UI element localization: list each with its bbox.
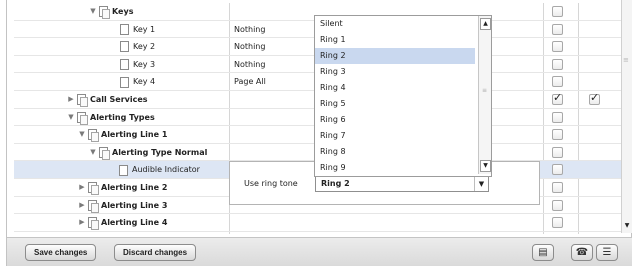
row-checkbox[interactable]: [552, 129, 563, 141]
row-checkbox[interactable]: [552, 111, 563, 123]
folder-icon: [88, 199, 99, 213]
tree-row-label: Call Services: [90, 95, 148, 104]
tree-row-name: Key 2: [110, 38, 155, 56]
tree-row-label: Alerting Types: [90, 112, 155, 122]
tree-row-name: ▼ Keys: [89, 3, 133, 21]
collapse-toggle-icon[interactable]: ▶: [67, 91, 75, 109]
tree-row-name: ▶ Alerting Line 2: [78, 179, 167, 197]
dropdown-option[interactable]: Silent: [315, 16, 475, 32]
tree-row-label: Alerting Line 3: [101, 200, 168, 210]
phone-icon[interactable]: ☎: [571, 244, 593, 261]
expand-toggle-icon[interactable]: ▼: [67, 109, 75, 127]
row-checkbox[interactable]: [552, 58, 563, 70]
dropdown-option[interactable]: Ring 1: [315, 32, 475, 48]
row-checkbox[interactable]: [552, 217, 563, 229]
dropdown-option[interactable]: Ring 8: [315, 144, 475, 160]
collapse-toggle-icon[interactable]: ▶: [78, 179, 86, 197]
tree-row-label: Key 1: [133, 24, 156, 34]
tree-row-name: Key 4: [110, 73, 155, 91]
collapse-toggle-icon[interactable]: ▶: [78, 197, 86, 215]
tree-row-label: Alerting Line 4: [101, 218, 168, 228]
row-checkbox[interactable]: [552, 6, 563, 17]
tree-row-name: ▼ Alerting Line 1: [78, 126, 167, 144]
ring-tone-label: Use ring tone: [244, 179, 298, 188]
settings-panel: ▼ Keys Key 1 Nothing Key 2 Nothing Key 3 Nothin…: [6, 0, 632, 266]
dropdown-option[interactable]: Ring 6: [315, 112, 475, 128]
list-icon[interactable]: ☰: [596, 244, 618, 261]
scroll-grip-icon[interactable]: ≡: [482, 87, 487, 94]
tree-row-name: ▶ Alerting Line 3: [78, 197, 167, 215]
folder-icon: [88, 182, 99, 196]
folder-icon: [99, 147, 110, 161]
dropdown-option[interactable]: Ring 9: [315, 160, 475, 176]
tree-row-name: ▶ Alerting Line 4: [78, 214, 167, 232]
row-checkbox[interactable]: [552, 76, 563, 88]
dropdown-option[interactable]: Ring 2: [315, 48, 475, 64]
row-checkbox[interactable]: [552, 91, 563, 105]
folder-icon: [77, 94, 88, 108]
dropdown-option[interactable]: Ring 4: [315, 80, 475, 96]
row-checkbox[interactable]: [552, 23, 563, 35]
folder-icon: [88, 217, 99, 231]
chevron-down-icon[interactable]: ▼: [474, 177, 488, 191]
ring-tone-select[interactable]: Ring 2 ▼: [315, 176, 489, 192]
tree-row[interactable]: ▶ Alerting Line 4: [14, 214, 629, 232]
footer-toolbar: Save changes Discard changes ▤ ☎ ☰: [7, 237, 632, 266]
scroll-down-icon[interactable]: ▼: [480, 160, 491, 172]
tree-row-label: Alerting Type Normal: [112, 147, 208, 157]
row-checkbox-secondary[interactable]: [589, 91, 600, 105]
tree-row-name: ▼ Alerting Type Normal: [89, 144, 207, 162]
save-changes-button[interactable]: Save changes: [25, 244, 97, 261]
tree-row-label: Audible Indicator: [132, 165, 200, 175]
ring-tone-dropdown-list[interactable]: Silent Ring 1 Ring 2 Ring 3 Ring 4 Ring 5 Ring…: [314, 15, 492, 177]
row-checkbox[interactable]: [552, 146, 563, 158]
document-icon: [120, 41, 129, 53]
expand-toggle-icon[interactable]: ▼: [78, 126, 86, 144]
tree-row-label: Key 3: [133, 59, 156, 69]
tree-row-value: Nothing: [234, 24, 266, 34]
tree-row-value: Page All: [234, 77, 266, 87]
tree-row-label: Key 4: [133, 77, 156, 87]
scroll-up-icon[interactable]: ▲: [480, 18, 491, 30]
document-icon: [120, 76, 129, 88]
folder-icon: [77, 111, 88, 125]
expand-toggle-icon[interactable]: ▼: [89, 3, 97, 21]
document-icon: [120, 23, 129, 35]
row-checkbox[interactable]: [552, 199, 563, 211]
scroll-down-icon[interactable]: ▼: [622, 221, 632, 231]
tree-row-name: ▼ Alerting Types: [67, 109, 155, 127]
tree-row-name: Audible Indicator: [109, 161, 200, 179]
dropdown-option[interactable]: Ring 3: [315, 64, 475, 80]
folder-icon: [88, 129, 99, 143]
tree-scrollbar[interactable]: ≡ ▼: [621, 0, 632, 233]
dropdown-option[interactable]: Ring 7: [315, 128, 475, 144]
row-checkbox[interactable]: [552, 164, 563, 176]
folder-icon: [99, 6, 110, 20]
dropdown-scrollbar[interactable]: ▲ ≡ ▼: [478, 16, 491, 174]
printer-icon[interactable]: ▤: [532, 244, 554, 261]
tree-row-name: Key 1: [110, 21, 155, 39]
ring-tone-selected-value: Ring 2: [321, 179, 350, 188]
expand-toggle-icon[interactable]: ▼: [89, 144, 97, 162]
tree-row-label: Key 2: [133, 42, 156, 52]
tree-row-label: Keys: [112, 7, 134, 16]
document-icon: [119, 164, 128, 176]
tree-row-name: ▶ Call Services: [67, 91, 148, 109]
document-icon: [120, 59, 129, 71]
tree-row-label: Alerting Line 2: [101, 183, 168, 192]
tree-row-name: Key 3: [110, 56, 155, 74]
row-checkbox[interactable]: [552, 41, 563, 53]
row-checkbox[interactable]: [552, 182, 563, 193]
tree-row-value: Nothing: [234, 42, 266, 52]
tree-row-label: Alerting Line 1: [101, 130, 168, 140]
scroll-grip-icon[interactable]: ≡: [623, 56, 629, 64]
dropdown-option[interactable]: Ring 5: [315, 96, 475, 112]
tree-row-value: Nothing: [234, 59, 266, 69]
collapse-toggle-icon[interactable]: ▶: [78, 214, 86, 232]
discard-changes-button[interactable]: Discard changes: [114, 244, 197, 261]
